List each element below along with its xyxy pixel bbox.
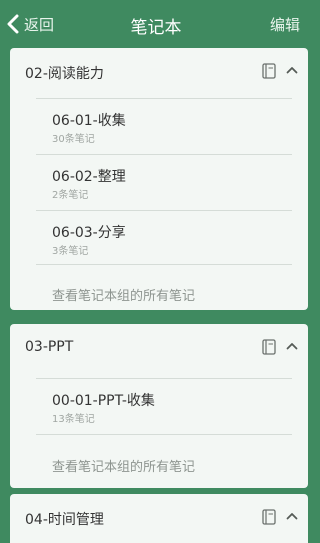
notebook-group-header[interactable]: 03-PPT xyxy=(10,324,308,372)
notebook-icon[interactable] xyxy=(262,509,276,525)
notebook-title: 06-02-整理 xyxy=(52,169,126,185)
divider xyxy=(36,210,292,211)
notebook-icon[interactable] xyxy=(262,63,276,79)
notebook-item[interactable]: 00-01-PPT-收集 13条笔记 xyxy=(36,378,308,434)
notebook-group-card: 02-阅读能力 06-01-收集 30条笔记 06-02-整理 2条笔记 06-… xyxy=(10,48,308,310)
notebook-note-count: 30条笔记 xyxy=(52,134,95,145)
chevron-up-icon[interactable] xyxy=(286,512,298,520)
divider xyxy=(36,434,292,435)
divider xyxy=(36,378,292,379)
notebook-note-count: 13条笔记 xyxy=(52,414,95,425)
notebook-icon[interactable] xyxy=(262,339,276,355)
notebook-group-card: 03-PPT 00-01-PPT-收集 13条笔记 查看笔记本组的所有笔记 xyxy=(10,324,308,488)
edit-button[interactable]: 编辑 xyxy=(270,14,300,35)
chevron-up-icon[interactable] xyxy=(286,342,298,350)
divider xyxy=(36,154,292,155)
view-all-notes-link[interactable]: 查看笔记本组的所有笔记 xyxy=(52,285,195,304)
notebook-group-title: 04-时间管理 xyxy=(25,512,104,528)
divider xyxy=(36,98,292,99)
notebook-title: 06-03-分享 xyxy=(52,225,126,241)
notebook-item[interactable]: 06-02-整理 2条笔记 xyxy=(36,154,308,210)
notebook-item[interactable]: 06-01-收集 30条笔记 xyxy=(36,98,308,154)
notebook-group-title: 03-PPT xyxy=(25,339,74,355)
notebook-title: 06-01-收集 xyxy=(52,113,126,129)
notebook-group-card: 04-时间管理 xyxy=(10,494,308,543)
notebook-note-count: 3条笔记 xyxy=(52,246,89,257)
chevron-up-icon[interactable] xyxy=(286,66,298,74)
notebook-group-header[interactable]: 04-时间管理 xyxy=(10,494,308,542)
notebook-item[interactable]: 06-03-分享 3条笔记 xyxy=(36,210,308,264)
notebook-group-title: 02-阅读能力 xyxy=(25,66,104,82)
navigation-bar: 返回 笔记本 编辑 xyxy=(0,0,312,48)
view-all-notes-link[interactable]: 查看笔记本组的所有笔记 xyxy=(52,456,195,475)
notebook-title: 00-01-PPT-收集 xyxy=(52,393,155,409)
page-title: 笔记本 xyxy=(130,18,182,38)
notebook-group-header[interactable]: 02-阅读能力 xyxy=(10,48,308,96)
divider xyxy=(36,264,292,265)
notebook-list[interactable]: 02-阅读能力 06-01-收集 30条笔记 06-02-整理 2条笔记 06-… xyxy=(0,48,312,543)
notebook-note-count: 2条笔记 xyxy=(52,190,89,201)
